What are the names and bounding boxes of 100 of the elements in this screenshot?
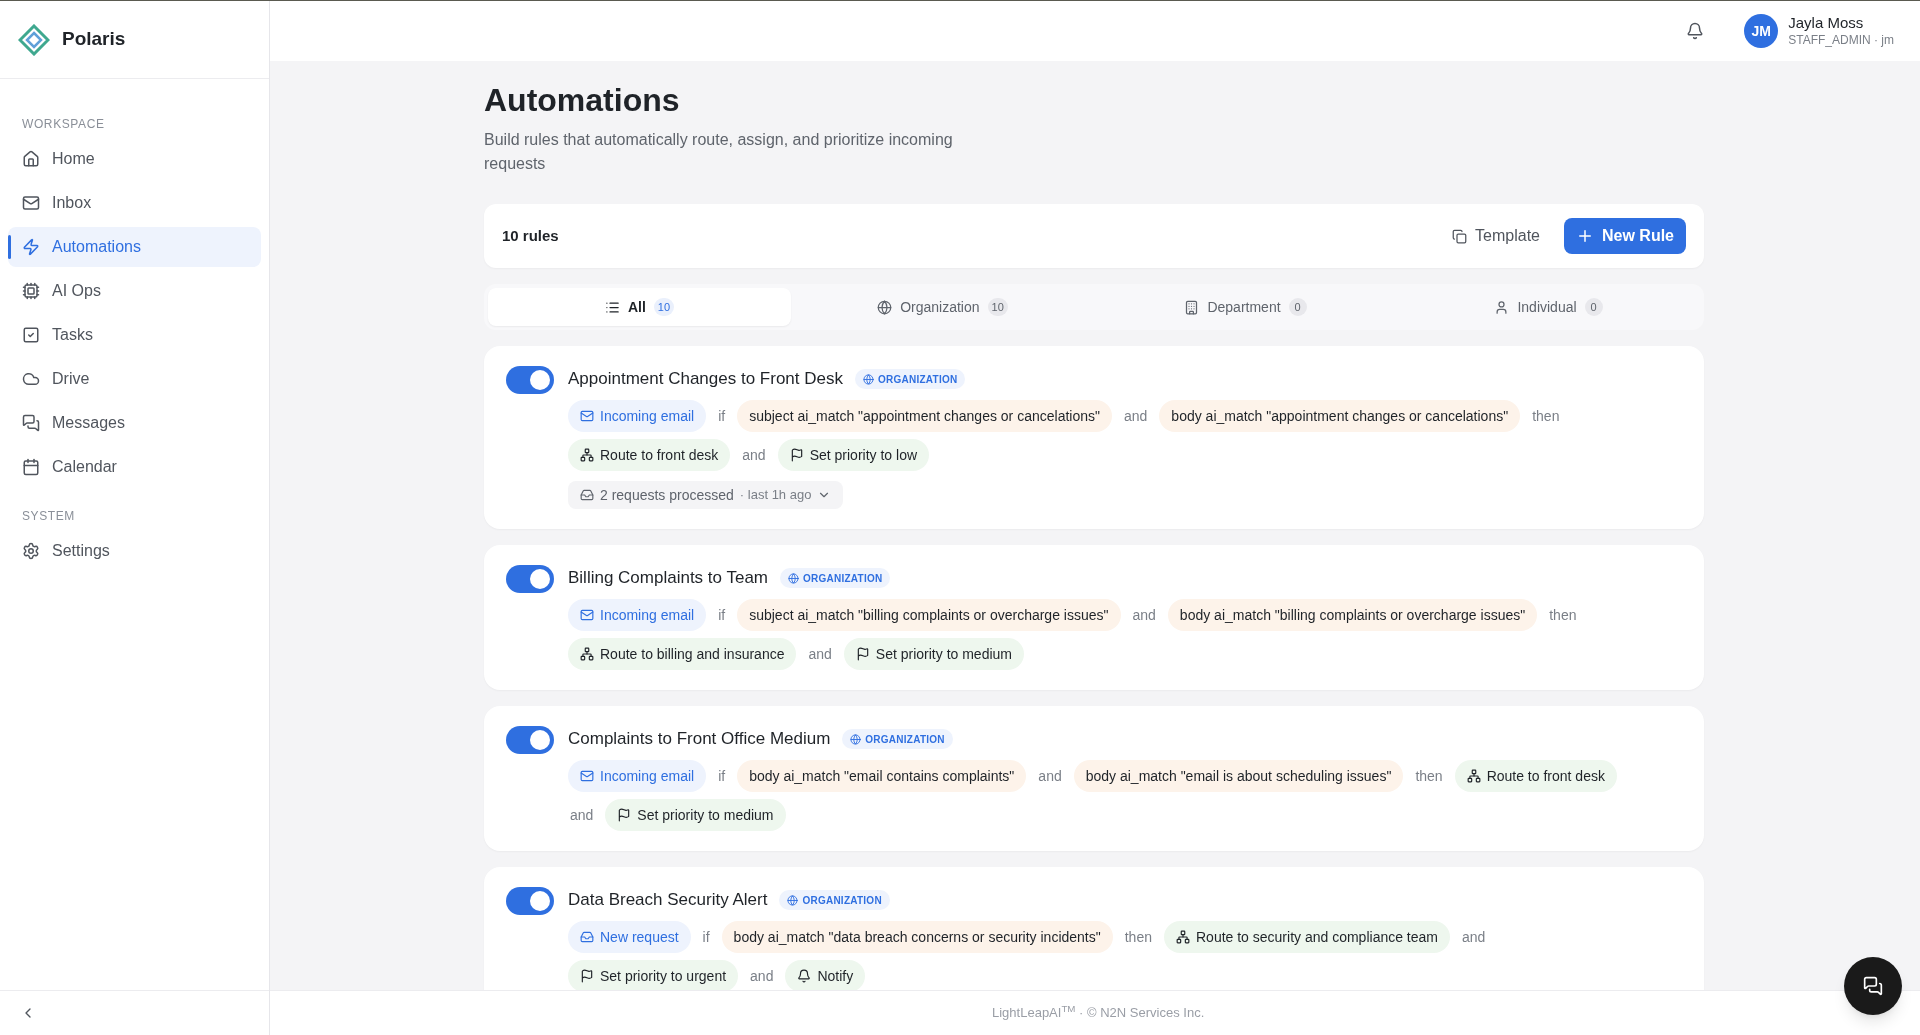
nav-item[interactable]: AI Ops (8, 271, 261, 311)
new-rule-button[interactable]: New Rule (1564, 218, 1686, 254)
condition-chip: body ai_match "billing complaints or overcharge issues" (1167, 599, 1538, 631)
connector-word: and (1123, 406, 1149, 426)
calendar-icon (22, 458, 40, 476)
rule-title: Data Breach Security Alert (568, 889, 768, 912)
condition-chip: body ai_match "email contains complaints" (737, 760, 1027, 792)
inbox-icon (580, 488, 594, 502)
hierarchy-icon (1176, 930, 1190, 944)
rule-title: Billing Complaints to Team (568, 567, 768, 590)
house-icon (22, 150, 40, 168)
scope-tag: ORGANIZATION (780, 568, 891, 588)
filter-tab[interactable]: Department 0 (1094, 288, 1397, 326)
filter-tab[interactable]: Individual 0 (1397, 288, 1700, 326)
connector-word: if (717, 605, 727, 625)
footer-text: LightLeapAI$^{TM}$ · © N2N Services Inc. (992, 1003, 1205, 1023)
action-chip: Route to security and compliance team (1164, 921, 1450, 953)
mail-icon (580, 769, 594, 783)
template-button[interactable]: Template (1444, 218, 1548, 254)
hierarchy-icon (580, 647, 594, 661)
count-badge: 10 (653, 298, 675, 316)
globe-icon (877, 299, 893, 315)
filter-tab[interactable]: Organization 10 (791, 288, 1094, 326)
nav-item[interactable]: Calendar (8, 447, 261, 487)
action-chip: Set priority to low (777, 439, 930, 471)
mail-icon (580, 409, 594, 423)
condition-chip: subject ai_match "appointment changes or cancelations" (737, 400, 1112, 432)
chip-icon (22, 282, 40, 300)
connector-word: if (717, 406, 727, 426)
trigger-chip: New request (568, 921, 691, 953)
action-chip: Notify (785, 960, 866, 990)
toggle-switch[interactable] (506, 887, 554, 915)
toggle-switch[interactable] (506, 366, 554, 394)
diamond-logo-icon (18, 23, 50, 56)
count-badge: 0 (1584, 298, 1603, 316)
globe-icon (863, 373, 874, 385)
connector-word: and (569, 805, 595, 825)
globe-icon (787, 894, 799, 906)
scope-tag: ORGANIZATION (855, 369, 966, 389)
chat-button[interactable] (1844, 957, 1902, 1015)
connector-word: and (1131, 605, 1157, 625)
connector-word: and (741, 445, 767, 465)
chat-icon (1863, 976, 1883, 996)
toggle-switch[interactable] (506, 726, 554, 754)
cloud-icon (22, 370, 40, 388)
user-avatar[interactable]: JM (1744, 14, 1779, 48)
activity-button[interactable]: 2 requests processed · last 1h ago (568, 481, 844, 509)
condition-chip: body ai_match "appointment changes or cancelations" (1159, 400, 1521, 432)
condition-chip: subject ai_match "billing complaints or overcharge issues" (737, 599, 1121, 631)
connector-word: then (1414, 766, 1444, 786)
nav-item[interactable]: Tasks (8, 315, 261, 355)
globe-icon (788, 572, 799, 584)
trigger-chip: Incoming email (568, 599, 707, 631)
user-role: STAFF_ADMIN · jm (1788, 32, 1894, 48)
rule-title: Appointment Changes to Front Desk (568, 368, 843, 391)
bell-icon (797, 969, 812, 983)
copy-icon (1452, 228, 1468, 244)
condition-chip: body ai_match "data breach concerns or security incidents" (721, 921, 1113, 953)
flag-icon (855, 647, 870, 661)
lightning-icon (22, 238, 40, 256)
globe-icon (850, 733, 862, 745)
connector-word: if (717, 766, 727, 786)
section-heading: SYSTEM (21, 508, 76, 525)
inbox-icon (580, 930, 594, 944)
connector-word: then (1123, 927, 1153, 947)
connector-word: if (701, 927, 711, 947)
scope-tag: ORGANIZATION (779, 890, 890, 910)
flag-icon (789, 448, 804, 462)
rule-title: Complaints to Front Office Medium (568, 728, 831, 751)
scope-tag: ORGANIZATION (842, 729, 953, 749)
rule-count: 10 rules (502, 225, 559, 246)
list-icon (604, 299, 620, 315)
action-chip: Set priority to medium (605, 799, 786, 831)
nav-item[interactable]: Home (8, 139, 261, 179)
mail-icon (580, 608, 594, 622)
person-icon (1494, 299, 1510, 315)
building-icon (1184, 299, 1200, 315)
user-name: Jayla Moss (1788, 14, 1865, 33)
connector-word: and (1461, 927, 1487, 947)
connector-word: and (1037, 766, 1063, 786)
nav-item[interactable]: Messages (8, 403, 261, 443)
checkbox-icon (22, 326, 40, 344)
nav-item[interactable]: Settings (8, 531, 261, 571)
nav-item[interactable]: Automations (8, 227, 261, 267)
notification-icon[interactable] (1686, 22, 1705, 40)
trigger-chip: Incoming email (568, 760, 707, 792)
connector-word: then (1548, 605, 1578, 625)
nav-item[interactable]: Drive (8, 359, 261, 399)
flag-icon (617, 808, 632, 822)
action-chip: Set priority to medium (843, 638, 1024, 670)
action-chip: Set priority to urgent (568, 960, 739, 990)
count-badge: 0 (1288, 298, 1307, 316)
filter-tab[interactable]: All 10 (488, 288, 791, 326)
toggle-switch[interactable] (506, 565, 554, 593)
condition-chip: body ai_match "email is about scheduling issues" (1073, 760, 1404, 792)
mail-icon (22, 194, 40, 212)
nav-item[interactable]: Inbox (8, 183, 261, 223)
page-title: Automations (484, 81, 681, 120)
hierarchy-icon (580, 448, 594, 462)
connector-word: and (807, 644, 833, 664)
